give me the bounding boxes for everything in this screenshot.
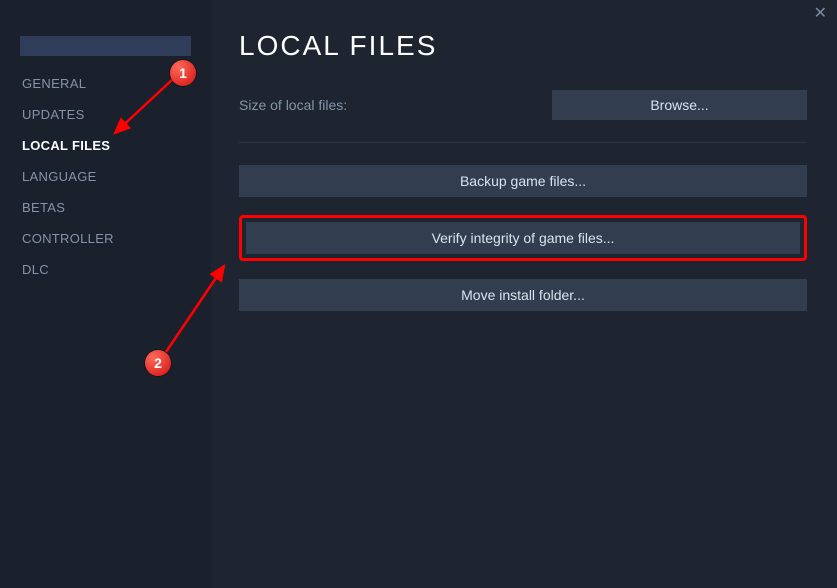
close-icon[interactable]: ✕ (814, 6, 827, 22)
sidebar-item-updates[interactable]: UPDATES (0, 99, 211, 130)
sidebar-header-highlight (20, 36, 191, 56)
sidebar-item-local-files[interactable]: LOCAL FILES (0, 130, 211, 161)
sidebar-item-controller[interactable]: CONTROLLER (0, 223, 211, 254)
sidebar-item-betas[interactable]: BETAS (0, 192, 211, 223)
sidebar-item-dlc[interactable]: DLC (0, 254, 211, 285)
backup-game-files-button[interactable]: Backup game files... (239, 165, 807, 197)
page-title: LOCAL FILES (239, 30, 807, 62)
size-row: Size of local files: Browse... (239, 90, 807, 120)
divider (239, 142, 807, 143)
browse-button[interactable]: Browse... (552, 90, 807, 120)
size-of-local-files-label: Size of local files: (239, 97, 347, 113)
properties-window: ✕ GENERAL UPDATES LOCAL FILES LANGUAGE B… (0, 0, 837, 588)
sidebar-item-general[interactable]: GENERAL (0, 68, 211, 99)
verify-highlight-box: Verify integrity of game files... (239, 215, 807, 261)
main-panel: LOCAL FILES Size of local files: Browse.… (211, 0, 837, 588)
verify-integrity-button[interactable]: Verify integrity of game files... (246, 222, 800, 254)
sidebar-item-language[interactable]: LANGUAGE (0, 161, 211, 192)
sidebar: GENERAL UPDATES LOCAL FILES LANGUAGE BET… (0, 0, 211, 588)
move-install-folder-button[interactable]: Move install folder... (239, 279, 807, 311)
